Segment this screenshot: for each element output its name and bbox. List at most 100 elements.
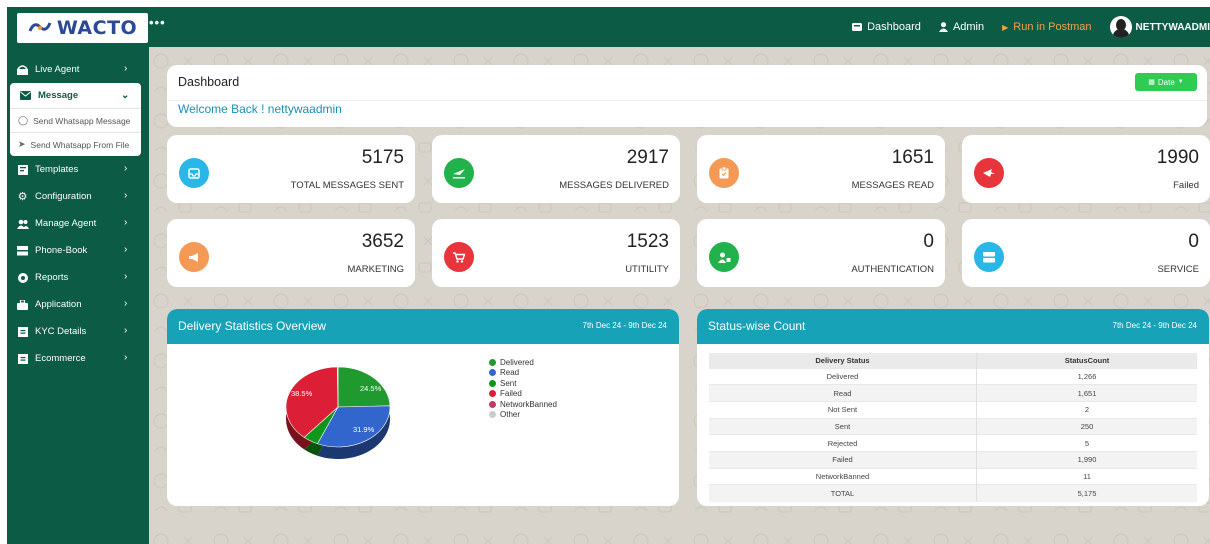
user-menu[interactable]: NETTYWAADMI [1109, 16, 1210, 38]
table-row: Sent 250 [709, 417, 1197, 435]
stat-value: 5175 [361, 147, 404, 168]
chart-legend: Delivered Read Sent Failed NetworkBanned [489, 357, 557, 420]
stat-card-messages-read: 1651 MESSAGES READ [697, 135, 945, 203]
brand-name: WACTO [56, 17, 138, 39]
column-header[interactable]: Delivery Status [709, 353, 977, 368]
megaphone-icon [179, 242, 209, 272]
date-button-label: Date [1157, 77, 1175, 87]
legend-item-read[interactable]: Read [489, 368, 557, 379]
more-menu-icon[interactable]: ••• [149, 15, 166, 30]
sidebar-subitem-send-whatsapp-from-file[interactable]: ➤ Send Whatsapp From File [10, 132, 141, 156]
legend-label: NetworkBanned [500, 399, 557, 409]
table-cell: Failed [709, 450, 977, 469]
panel-title: Status-wise Count [708, 319, 806, 333]
main-content: Dashboard Welcome Back ! nettywaadmin ▦ … [149, 47, 1210, 544]
user-icon [938, 22, 948, 32]
sidebar-subitem-send-whatsapp-message[interactable]: ◯ Send Whatsapp Message [10, 108, 141, 132]
legend-label: Other [500, 410, 521, 420]
pie-chart: 24.5% 31.9% 38.5% [285, 366, 391, 459]
legend-item-failed[interactable]: Failed [489, 389, 557, 400]
table-cell: 5,175 [976, 484, 1197, 502]
stat-value: 0 [923, 231, 934, 252]
top-nav: Dashboard Admin ▶ Run in Postman NETTYWA… [852, 7, 1210, 47]
sidebar-item-manage-agent[interactable]: Manage Agent › [7, 210, 149, 237]
panel-header: Delivery Statistics Overview 7th Dec 24 … [167, 309, 679, 344]
legend-item-delivered[interactable]: Delivered [489, 357, 557, 368]
sidebar-item-application[interactable]: Application › [7, 291, 149, 318]
sidebar-item-configuration[interactable]: ⚙ Configuration › [7, 183, 149, 210]
chevron-right-icon: › [124, 217, 128, 228]
nav-admin-label: Admin [952, 21, 985, 33]
stat-label: SERVICE [1157, 264, 1199, 275]
sidebar-item-label: Reports [35, 272, 69, 283]
table-row: Not Sent 2 [709, 400, 1197, 419]
stat-value: 2917 [626, 147, 669, 168]
stat-value: 0 [1188, 231, 1199, 252]
column-header[interactable]: StatusCount [976, 353, 1197, 368]
nav-dashboard[interactable]: Dashboard [852, 21, 921, 33]
avatar [1109, 16, 1132, 38]
app-frame: WACTO ••• Dashboard Admin ▶ Run in Postm… [7, 7, 1210, 544]
sidebar-item-label: KYC Details [35, 326, 87, 337]
table-cell: Delivered [709, 367, 977, 385]
divider [167, 100, 1207, 101]
legend-item-other[interactable]: Other [489, 410, 557, 421]
sidebar-item-label: Application [35, 299, 82, 310]
user-name: NETTYWAADMI [1135, 21, 1210, 33]
sidebar-item-reports[interactable]: Reports › [7, 264, 149, 291]
nav-postman-label: Run in Postman [1013, 21, 1092, 33]
table-cell: 1,990 [976, 450, 1197, 469]
delivery-statistics-panel: Delivery Statistics Overview 7th Dec 24 … [167, 309, 679, 506]
chevron-right-icon: › [124, 352, 128, 363]
legend-item-sent[interactable]: Sent [489, 378, 557, 389]
slice-label-read: 31.9% [353, 425, 375, 434]
stat-label: MESSAGES READ [851, 180, 934, 191]
table-cell: 5 [976, 434, 1197, 452]
legend-dot [489, 358, 496, 366]
chevron-right-icon: › [124, 325, 128, 336]
stat-label: Failed [1173, 180, 1199, 191]
server-icon [974, 242, 1004, 272]
sidebar-item-message[interactable]: Message ⌄ [10, 83, 141, 108]
sidebar-item-label: Configuration [35, 191, 92, 202]
send-icon: ➤ [18, 139, 26, 149]
stat-card-messages-delivered: 2917 MESSAGES DELIVERED [432, 135, 680, 203]
table-row: TOTAL 5,175 [709, 484, 1197, 502]
table-row: Failed 1,990 [709, 450, 1197, 469]
nav-admin[interactable]: Admin [938, 21, 985, 33]
table-cell: 1,651 [976, 384, 1197, 402]
sidebar-item-phone-book[interactable]: Phone-Book › [7, 237, 149, 264]
users-icon [16, 218, 29, 229]
sidebar-subitem-label: Send Whatsapp Message [33, 115, 131, 126]
table-cell: Rejected [709, 434, 977, 452]
chevron-right-icon: › [124, 63, 128, 74]
stat-card-service: 0 SERVICE [962, 219, 1210, 287]
sidebar-item-live-agent[interactable]: Live Agent › [7, 56, 149, 83]
status-table: Delivery Status StatusCount Delivered 1,2… [709, 353, 1197, 502]
dashboard-icon [852, 22, 863, 31]
inbox-icon [179, 158, 209, 188]
stat-label: MARKETING [347, 264, 404, 275]
sidebar-item-kyc-details[interactable]: KYC Details › [7, 318, 149, 345]
stat-value: 1651 [891, 147, 934, 168]
nav-run-in-postman[interactable]: ▶ Run in Postman [1002, 21, 1091, 33]
stat-label: MESSAGES DELIVERED [559, 180, 669, 191]
sidebar-item-templates[interactable]: Templates › [7, 156, 149, 183]
nav-dashboard-label: Dashboard [867, 21, 921, 33]
sidebar-item-ecommerce[interactable]: Ecommerce › [7, 345, 149, 372]
table-cell: 250 [976, 417, 1197, 435]
table-cell: Sent [709, 417, 977, 435]
date-range: 7th Dec 24 - 9th Dec 24 [1112, 321, 1198, 330]
pie-slices [285, 366, 391, 448]
message-icon [19, 90, 32, 101]
table-cell: TOTAL [709, 484, 977, 502]
table-row: Delivered 1,266 [709, 367, 1197, 385]
stat-value: 1523 [626, 231, 669, 252]
brand-logo[interactable]: WACTO [17, 13, 148, 43]
legend-item-networkbanned[interactable]: NetworkBanned [489, 399, 557, 410]
legend-dot [489, 390, 496, 398]
date-dropdown-button[interactable]: ▦ Date ▼ [1135, 73, 1197, 91]
legend-dot [489, 379, 496, 387]
clipboard-icon [709, 158, 739, 188]
chevron-down-icon: ⌄ [121, 90, 130, 101]
